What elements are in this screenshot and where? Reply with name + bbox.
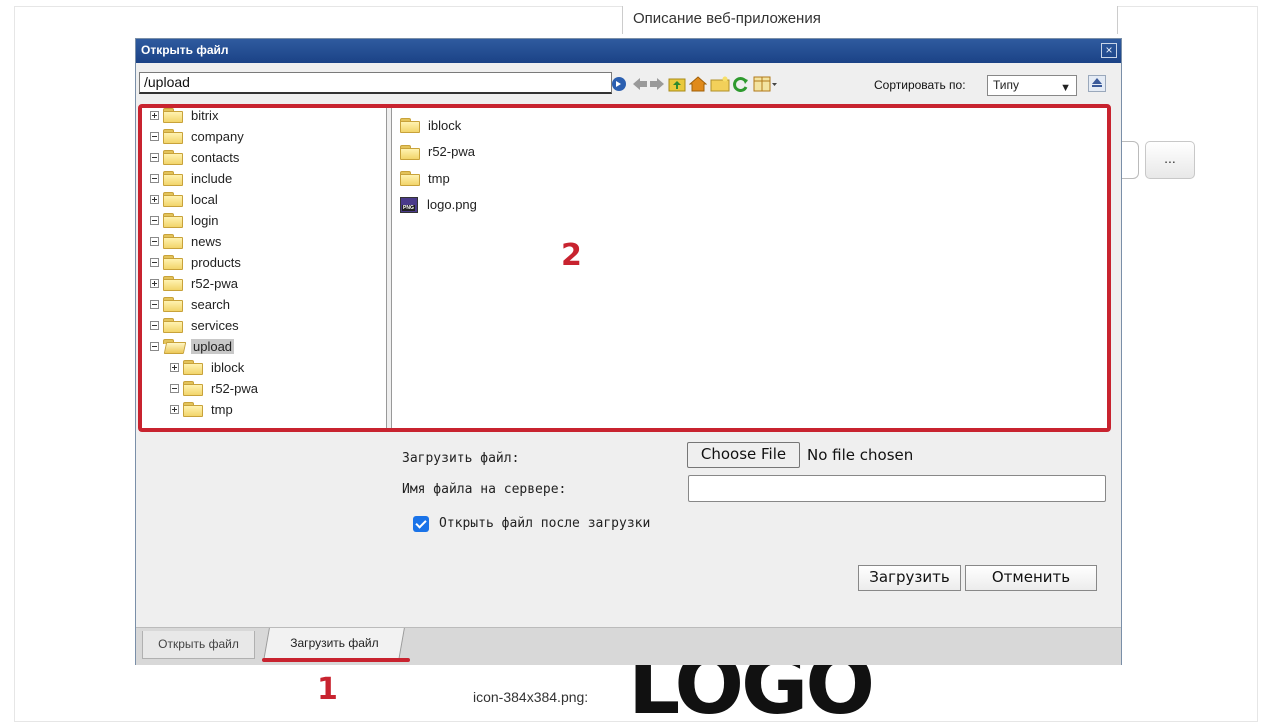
upload-button[interactable]: Загрузить: [858, 565, 961, 591]
icon-file-label: icon-384x384.png:: [473, 689, 589, 705]
background-input-edge[interactable]: [1122, 141, 1139, 179]
sort-select[interactable]: Типу ▼: [987, 75, 1077, 96]
open-after-upload-label: Открыть файл после загрузки: [439, 516, 651, 531]
upload-file-label: Загрузить файл:: [402, 451, 520, 466]
annotation-highlight-box: [138, 104, 1111, 432]
refresh-icon[interactable]: [732, 76, 750, 92]
view-mode-icon[interactable]: [753, 76, 779, 92]
close-icon[interactable]: ×: [1101, 43, 1117, 58]
tab-upload-file[interactable]: Загрузить файл: [263, 628, 405, 661]
back-arrow-icon[interactable]: [632, 76, 648, 92]
go-icon[interactable]: [610, 76, 630, 92]
new-folder-icon[interactable]: [710, 76, 730, 92]
home-icon[interactable]: [689, 76, 707, 92]
forward-arrow-icon[interactable]: [649, 76, 665, 92]
no-file-chosen-text: No file chosen: [807, 446, 914, 464]
annotation-number-1: 1: [317, 672, 338, 707]
dialog-title: Открыть файл: [141, 43, 229, 57]
tab-open-file[interactable]: Открыть файл: [142, 631, 255, 659]
collapse-up-icon[interactable]: [1088, 75, 1106, 92]
open-after-upload-checkbox[interactable]: [413, 516, 429, 532]
tab-upload-label: Загрузить файл: [290, 636, 379, 650]
server-filename-input[interactable]: [688, 475, 1106, 502]
cancel-button[interactable]: Отменить: [965, 565, 1097, 591]
dialog-titlebar[interactable]: Открыть файл ×: [136, 39, 1121, 63]
description-field[interactable]: Описание веб-приложения: [622, 6, 1118, 34]
annotation-underline: [262, 658, 410, 662]
folder-up-icon[interactable]: [668, 76, 686, 92]
path-input[interactable]: /upload: [139, 72, 612, 94]
browse-dots-button[interactable]: ...: [1145, 141, 1195, 179]
chevron-down-icon: ▼: [1060, 82, 1071, 94]
sort-label: Сортировать по:: [874, 78, 966, 92]
server-filename-label: Имя файла на сервере:: [402, 482, 567, 497]
choose-file-button[interactable]: Choose File: [687, 442, 800, 468]
annotation-number-2: 2: [561, 238, 582, 273]
sort-value: Типу: [993, 78, 1020, 92]
